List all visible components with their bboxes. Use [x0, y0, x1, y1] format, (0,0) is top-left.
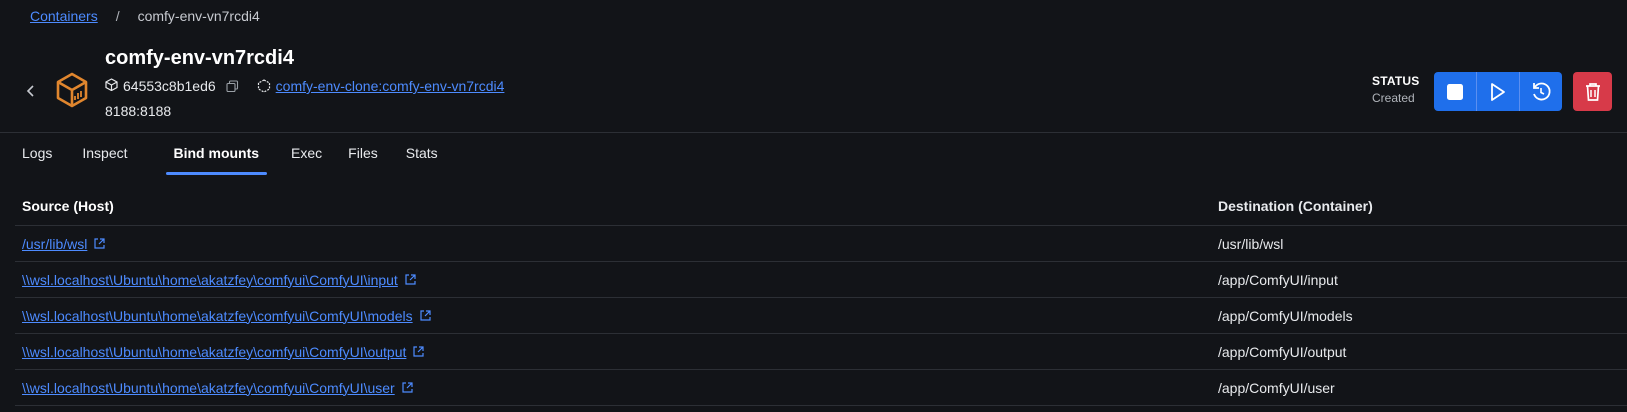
tab-bind-mounts[interactable]: Bind mounts: [165, 132, 267, 175]
start-button[interactable]: [1477, 72, 1520, 111]
stop-icon: [1447, 83, 1463, 100]
bind-mounts-table: Source (Host) Destination (Container) /u…: [15, 187, 1627, 406]
image-icon: [257, 79, 271, 93]
delete-button[interactable]: [1573, 72, 1612, 111]
table-row: /usr/lib/wsl /usr/lib/wsl: [15, 226, 1627, 262]
header-destination: Destination (Container): [1218, 198, 1373, 214]
status-block: STATUS Created: [1372, 74, 1419, 105]
external-link-icon[interactable]: [93, 237, 106, 250]
container-id-icon: [105, 78, 118, 94]
status-value: Created: [1372, 91, 1415, 105]
restart-button[interactable]: [1520, 72, 1562, 111]
breadcrumb: Containers / comfy-env-vn7rcdi4: [30, 8, 260, 24]
container-meta-row: 64553c8b1ed6 comfy-env-clone:comfy-env-v…: [105, 78, 504, 94]
external-link-icon[interactable]: [412, 345, 425, 358]
external-link-icon[interactable]: [419, 309, 432, 322]
source-link[interactable]: /usr/lib/wsl: [22, 236, 87, 252]
tab-bar: Logs Inspect Bind mounts Exec Files Stat…: [0, 132, 448, 175]
source-link[interactable]: \\wsl.localhost\Ubuntu\home\akatzfey\com…: [22, 380, 395, 396]
destination-cell: /app/ComfyUI/user: [1218, 379, 1335, 396]
destination-cell: /app/ComfyUI/input: [1218, 271, 1338, 288]
source-link[interactable]: \\wsl.localhost\Ubuntu\home\akatzfey\com…: [22, 272, 398, 288]
restart-icon: [1533, 82, 1551, 100]
destination-cell: /usr/lib/wsl: [1218, 235, 1284, 252]
source-cell: \\wsl.localhost\Ubuntu\home\akatzfey\com…: [15, 308, 1218, 324]
tab-inspect[interactable]: Inspect: [82, 132, 127, 172]
breadcrumb-current: comfy-env-vn7rcdi4: [137, 8, 260, 24]
tab-files[interactable]: Files: [348, 132, 378, 172]
destination-cell: /app/ComfyUI/output: [1218, 343, 1347, 360]
back-chevron-icon[interactable]: [22, 82, 40, 100]
table-row: \\wsl.localhost\Ubuntu\home\akatzfey\com…: [15, 262, 1627, 298]
tab-exec[interactable]: Exec: [291, 132, 322, 172]
table-row: \\wsl.localhost\Ubuntu\home\akatzfey\com…: [15, 298, 1627, 334]
stop-button[interactable]: [1434, 72, 1477, 111]
source-link[interactable]: \\wsl.localhost\Ubuntu\home\akatzfey\com…: [22, 344, 406, 360]
tab-stats[interactable]: Stats: [406, 132, 438, 172]
external-link-icon[interactable]: [404, 273, 417, 286]
header-source: Source (Host): [22, 198, 114, 214]
source-cell: /usr/lib/wsl: [15, 236, 1218, 252]
image-link[interactable]: comfy-env-clone:comfy-env-vn7rcdi4: [276, 78, 505, 94]
container-box-icon: [55, 72, 89, 108]
table-row: \\wsl.localhost\Ubuntu\home\akatzfey\com…: [15, 370, 1627, 406]
source-link[interactable]: \\wsl.localhost\Ubuntu\home\akatzfey\com…: [22, 308, 413, 324]
breadcrumb-separator: /: [115, 8, 120, 24]
source-cell: \\wsl.localhost\Ubuntu\home\akatzfey\com…: [15, 380, 1218, 396]
breadcrumb-containers-link[interactable]: Containers: [30, 8, 98, 24]
container-action-group: [1434, 72, 1562, 111]
destination-cell: /app/ComfyUI/models: [1218, 307, 1353, 324]
port-mapping: 8188:8188: [105, 103, 172, 119]
trash-icon: [1585, 82, 1600, 101]
table-row: \\wsl.localhost\Ubuntu\home\akatzfey\com…: [15, 334, 1627, 370]
tab-logs[interactable]: Logs: [22, 132, 52, 172]
source-cell: \\wsl.localhost\Ubuntu\home\akatzfey\com…: [15, 272, 1218, 288]
source-cell: \\wsl.localhost\Ubuntu\home\akatzfey\com…: [15, 344, 1218, 360]
table-header: Source (Host) Destination (Container): [15, 187, 1627, 226]
play-icon: [1491, 82, 1505, 101]
copy-icon[interactable]: [226, 79, 239, 93]
container-id: 64553c8b1ed6: [123, 78, 216, 94]
external-link-icon[interactable]: [401, 381, 414, 394]
status-label: STATUS: [1372, 74, 1420, 88]
page-title: comfy-env-vn7rcdi4: [105, 47, 294, 69]
